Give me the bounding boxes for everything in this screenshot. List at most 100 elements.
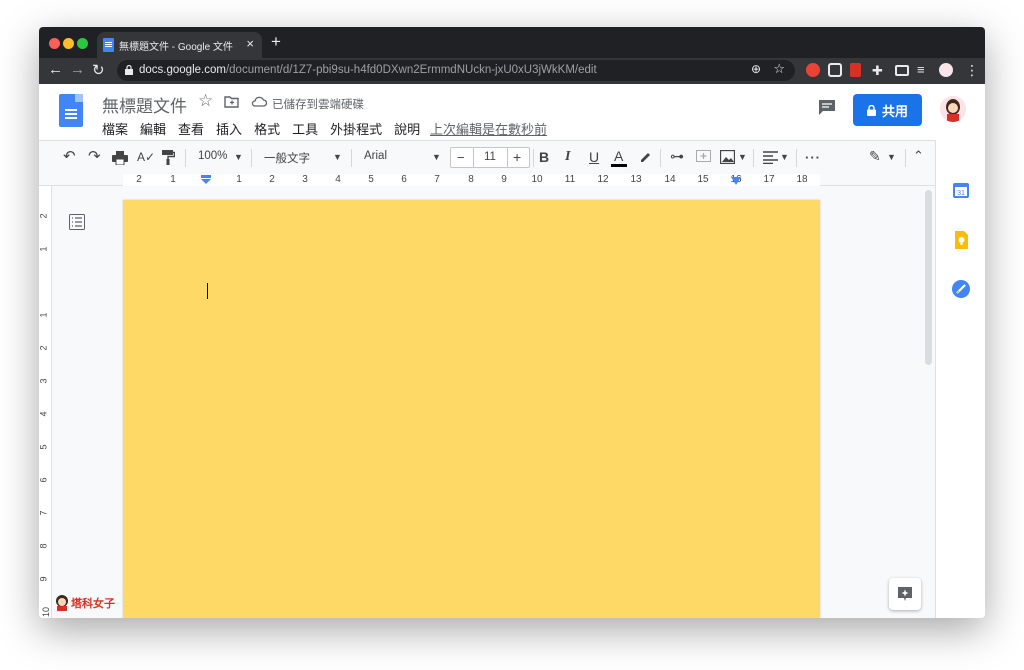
vertical-scrollbar[interactable] xyxy=(925,190,932,365)
browser-window: 無標題文件 - Google 文件 × + ← → ↻ docs.google.… xyxy=(39,27,985,618)
menu-view[interactable]: 查看 xyxy=(178,119,204,138)
formatting-toolbar: ↶ ↷ A✓ 100% ▼ 一般文字 ▼ Arial ▼ − 11 + B I … xyxy=(39,140,985,174)
decrease-font-size-button[interactable]: − xyxy=(457,150,465,165)
chrome-menu-icon[interactable]: ⋮ xyxy=(965,62,979,79)
ruler-label: 8 xyxy=(468,174,474,185)
ruler-label: 14 xyxy=(664,174,676,185)
share-label: 共用 xyxy=(881,103,908,119)
reload-icon[interactable]: ↻ xyxy=(92,61,105,79)
tab-close-icon[interactable]: × xyxy=(246,36,254,51)
menu-tools[interactable]: 工具 xyxy=(292,119,318,138)
share-button[interactable]: 共用 xyxy=(853,94,922,126)
reading-list-icon[interactable]: ≡ xyxy=(917,62,925,77)
profile-avatar[interactable] xyxy=(939,63,953,77)
star-icon[interactable]: ☆ xyxy=(198,91,213,111)
save-status: 已儲存到雲端硬碟 xyxy=(272,99,364,111)
zoom-dropdown-icon[interactable]: ▼ xyxy=(234,152,243,162)
watermark: 塔科女子 xyxy=(55,595,115,611)
style-select[interactable]: 一般文字 xyxy=(264,150,310,166)
highlight-color-icon[interactable] xyxy=(638,150,652,164)
text-color-button[interactable]: A xyxy=(611,148,627,168)
document-title[interactable]: 無標題文件 xyxy=(102,92,187,117)
menu-addons[interactable]: 外掛程式 xyxy=(330,119,382,138)
document-outline-icon[interactable] xyxy=(69,214,85,230)
editing-mode-icon[interactable]: ✎ xyxy=(869,148,881,165)
minimize-window-icon[interactable] xyxy=(63,38,74,49)
image-dropdown-icon[interactable]: ▼ xyxy=(738,152,747,162)
side-panel: 31 › xyxy=(935,140,985,618)
maximize-window-icon[interactable] xyxy=(77,38,88,49)
tasks-icon[interactable] xyxy=(951,279,971,299)
back-icon[interactable]: ← xyxy=(48,61,63,78)
docs-logo-icon[interactable] xyxy=(59,94,83,127)
ruler-label: 17 xyxy=(763,174,775,185)
tab-strip: 無標題文件 - Google 文件 × + xyxy=(39,27,985,58)
menu-edit[interactable]: 編輯 xyxy=(140,119,166,138)
ruler-label: 2 xyxy=(269,174,275,185)
bold-button[interactable]: B xyxy=(539,149,549,165)
explore-icon xyxy=(898,587,912,601)
collapse-menu-icon[interactable]: ⌃ xyxy=(913,148,924,164)
zoom-icon[interactable]: ⊕ xyxy=(751,62,761,76)
document-page[interactable] xyxy=(123,200,820,618)
ruler-label: 3 xyxy=(302,174,308,185)
font-size-input[interactable]: 11 xyxy=(484,151,496,163)
redo-icon[interactable]: ↷ xyxy=(88,147,101,165)
ruler-label: 1 xyxy=(170,174,176,185)
last-edit-link[interactable]: 上次編輯是在數秒前 xyxy=(430,119,547,138)
close-window-icon[interactable] xyxy=(49,38,60,49)
address-bar[interactable]: docs.google.com/document/d/1Z7-pbi9su-h4… xyxy=(117,60,795,81)
font-select[interactable]: Arial xyxy=(364,150,387,162)
expand-side-panel-icon[interactable]: › xyxy=(956,612,961,618)
vruler-label: 1 xyxy=(39,312,49,318)
paint-format-icon[interactable] xyxy=(162,150,175,165)
ruler-label: 15 xyxy=(697,174,709,185)
forward-icon[interactable]: → xyxy=(70,61,85,78)
move-folder-icon[interactable] xyxy=(224,95,239,108)
pocket-icon[interactable] xyxy=(828,63,842,77)
ruler-label: 11 xyxy=(564,174,576,185)
comment-history-icon[interactable] xyxy=(818,99,836,116)
cast-icon[interactable] xyxy=(895,65,909,76)
ruler-label: 5 xyxy=(368,174,374,185)
style-dropdown-icon[interactable]: ▼ xyxy=(333,152,342,162)
italic-button[interactable]: I xyxy=(565,149,570,165)
spellcheck-icon[interactable]: A✓ xyxy=(137,150,155,164)
underline-button[interactable]: U xyxy=(589,149,599,165)
browser-tab[interactable]: 無標題文件 - Google 文件 × xyxy=(97,32,262,58)
print-icon[interactable] xyxy=(112,151,128,165)
extension-s-icon[interactable] xyxy=(806,63,820,77)
explore-button[interactable] xyxy=(889,578,921,610)
menu-help[interactable]: 說明 xyxy=(394,119,420,138)
document-canvas: 2 1 1 2 3 4 5 6 7 8 9 10 塔科女子 xyxy=(39,186,935,618)
share-lock-icon xyxy=(866,104,876,116)
avatar-illustration-icon xyxy=(940,96,966,122)
insert-link-icon[interactable]: ⊶ xyxy=(670,148,684,165)
bookmark-star-icon[interactable]: ☆ xyxy=(773,61,785,77)
extension-red-icon[interactable] xyxy=(850,63,861,77)
align-left-icon[interactable] xyxy=(763,151,778,164)
left-indent-marker-icon[interactable] xyxy=(200,175,212,184)
menu-insert[interactable]: 插入 xyxy=(216,119,242,138)
menu-file[interactable]: 檔案 xyxy=(102,119,128,138)
new-tab-button[interactable]: + xyxy=(271,32,281,52)
insert-image-icon[interactable] xyxy=(720,150,735,164)
zoom-select[interactable]: 100% xyxy=(198,150,227,162)
menu-format[interactable]: 格式 xyxy=(254,119,280,138)
more-options-button[interactable]: ··· xyxy=(805,150,821,165)
editing-mode-dropdown-icon[interactable]: ▼ xyxy=(887,152,896,162)
undo-icon[interactable]: ↶ xyxy=(63,147,76,165)
keep-icon[interactable] xyxy=(951,230,971,250)
align-dropdown-icon[interactable]: ▼ xyxy=(780,152,789,162)
ruler-label: 2 xyxy=(136,174,142,185)
calendar-icon[interactable]: 31 xyxy=(951,180,971,200)
extensions-puzzle-icon[interactable]: ✚ xyxy=(872,63,883,79)
right-indent-marker-icon[interactable] xyxy=(730,177,742,185)
user-avatar[interactable] xyxy=(940,96,966,122)
increase-font-size-button[interactable]: + xyxy=(513,149,521,165)
add-comment-icon[interactable] xyxy=(696,150,711,164)
cloud-saved-icon xyxy=(251,96,267,107)
text-cursor xyxy=(207,283,208,299)
font-dropdown-icon[interactable]: ▼ xyxy=(432,152,441,162)
navigation-bar: ← → ↻ docs.google.com/document/d/1Z7-pbi… xyxy=(39,58,985,84)
